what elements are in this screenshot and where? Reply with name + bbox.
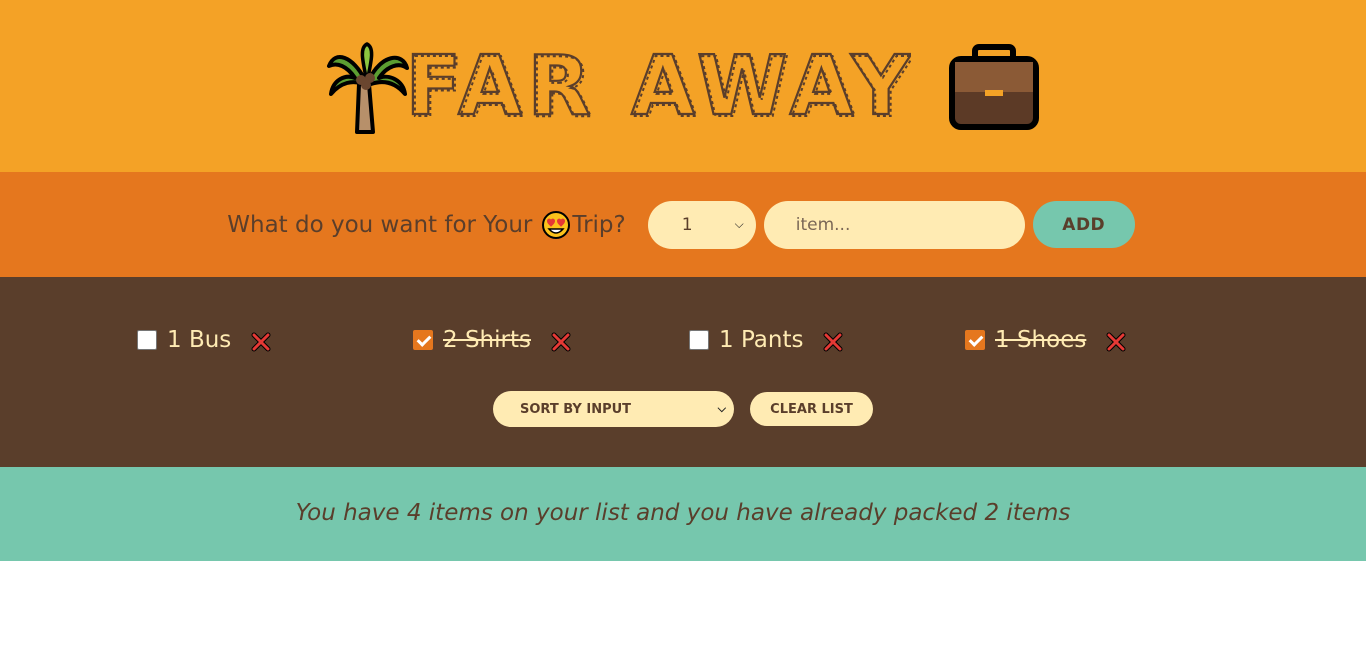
delete-icon[interactable] [823,332,843,352]
app-header: FAR AWAY FAR AWAY [0,0,1366,172]
app-title-shadow: FAR AWAY [411,42,911,132]
item-input[interactable] [763,200,1025,249]
add-button[interactable]: ADD [1032,201,1135,248]
app-title: FAR AWAY FAR AWAY [411,42,911,132]
sort-select[interactable]: SORT BY INPUT ⌵ [493,391,734,427]
heart-eyes-emoji-icon [542,210,571,239]
item-label: 1 Bus [167,327,232,353]
chevron-down-icon: ⌵ [734,217,744,231]
item-list: 1 Bus 2 Shirts 1 Pants 1 Shoes [137,325,1237,355]
list-item: 2 Shirts [413,325,571,355]
packed-checkbox[interactable] [965,330,985,350]
delete-icon[interactable] [1106,332,1126,352]
packing-list: 1 Bus 2 Shirts 1 Pants 1 Shoes SORT BY I… [0,277,1366,467]
briefcase-icon [949,44,1039,130]
list-item: 1 Shoes [965,325,1126,355]
form-question-prefix: What do you want for Your [227,211,533,238]
form-question: What do you want for Your Trip? [227,210,626,240]
quantity-select-value: 1 [681,214,693,235]
stats-text: You have 4 items on your list and you ha… [295,500,1071,526]
item-label: 1 Pants [719,327,804,353]
logo: FAR AWAY FAR AWAY [325,36,1041,136]
clear-list-button[interactable]: CLEAR LIST [750,392,873,426]
packed-checkbox[interactable] [137,330,157,350]
chevron-down-icon: ⌵ [717,402,726,415]
sort-select-value: SORT BY INPUT [520,401,632,417]
add-item-form: What do you want for Your Trip? 1 ⌵ ADD [0,172,1366,277]
item-label: 2 Shirts [443,327,531,353]
list-item: 1 Pants [689,325,843,355]
list-actions: SORT BY INPUT ⌵ CLEAR LIST [493,391,873,427]
packed-checkbox[interactable] [689,330,709,350]
packed-checkbox[interactable] [413,330,433,350]
item-label: 1 Shoes [995,327,1087,353]
form-question-suffix: Trip? [572,211,626,238]
stats-footer: You have 4 items on your list and you ha… [0,467,1366,561]
delete-icon[interactable] [551,332,571,352]
delete-icon[interactable] [251,332,271,352]
list-item: 1 Bus [137,325,271,355]
quantity-select[interactable]: 1 ⌵ [647,200,756,249]
palm-tree-icon [327,42,409,134]
